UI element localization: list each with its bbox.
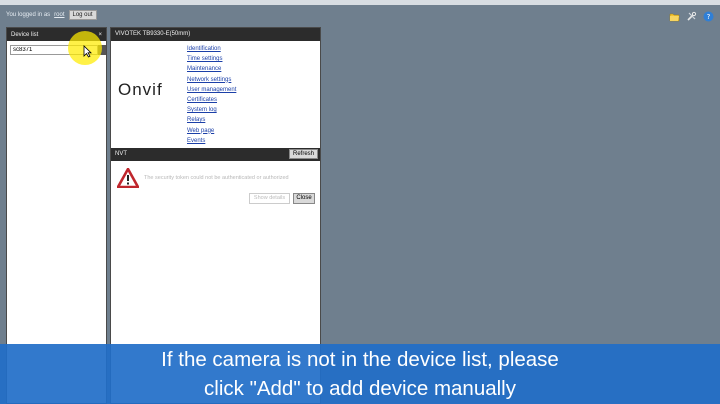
mouse-cursor-icon (83, 45, 92, 63)
menu-item-time-settings[interactable]: Time settings (187, 54, 236, 64)
login-user[interactable]: root (54, 12, 64, 18)
device-menu: Identification Time settings Maintenance… (187, 44, 236, 146)
window-top-strip (0, 0, 720, 5)
device-list-title: Device list (11, 31, 39, 38)
menu-item-user-management[interactable]: User management (187, 85, 236, 95)
onvif-logo: Onvif (118, 80, 163, 99)
caption-line-2: click "Add" to add device manually (204, 377, 516, 400)
login-text: You logged in as (6, 12, 51, 18)
folder-icon[interactable] (669, 9, 680, 22)
menu-item-network-settings[interactable]: Network settings (187, 75, 236, 85)
show-details-button[interactable]: Show details (249, 193, 290, 204)
warning-message: The security token could not be authenti… (144, 175, 289, 181)
menu-item-maintenance[interactable]: Maintenance (187, 64, 236, 74)
close-icon[interactable]: × (98, 32, 102, 38)
warning-icon (116, 167, 140, 193)
caption-line-1: If the camera is not in the device list,… (161, 348, 559, 371)
menu-item-web-page[interactable]: Web page (187, 126, 236, 136)
svg-text:?: ? (707, 13, 711, 21)
tools-icon[interactable] (686, 9, 697, 21)
login-bar: You logged in as root Log out (6, 9, 97, 21)
nvt-title: NVT (115, 151, 127, 157)
menu-item-events[interactable]: Events (187, 136, 236, 146)
menu-item-identification[interactable]: Identification (187, 44, 236, 54)
menu-item-certificates[interactable]: Certificates (187, 95, 236, 105)
menu-item-relays[interactable]: Relays (187, 115, 236, 125)
refresh-button[interactable]: Refresh (288, 149, 318, 159)
logout-button[interactable]: Log out (68, 10, 97, 20)
help-icon[interactable]: ? (703, 9, 714, 22)
menu-item-system-log[interactable]: System log (187, 105, 236, 115)
close-button[interactable]: Close (293, 193, 315, 204)
device-detail-title: VIVOTEK TB9330-E(50mm) (111, 28, 320, 41)
nvt-header: NVT Refresh (111, 148, 320, 161)
top-toolbar: ? (669, 9, 714, 22)
tutorial-caption: If the camera is not in the device list,… (0, 344, 720, 404)
